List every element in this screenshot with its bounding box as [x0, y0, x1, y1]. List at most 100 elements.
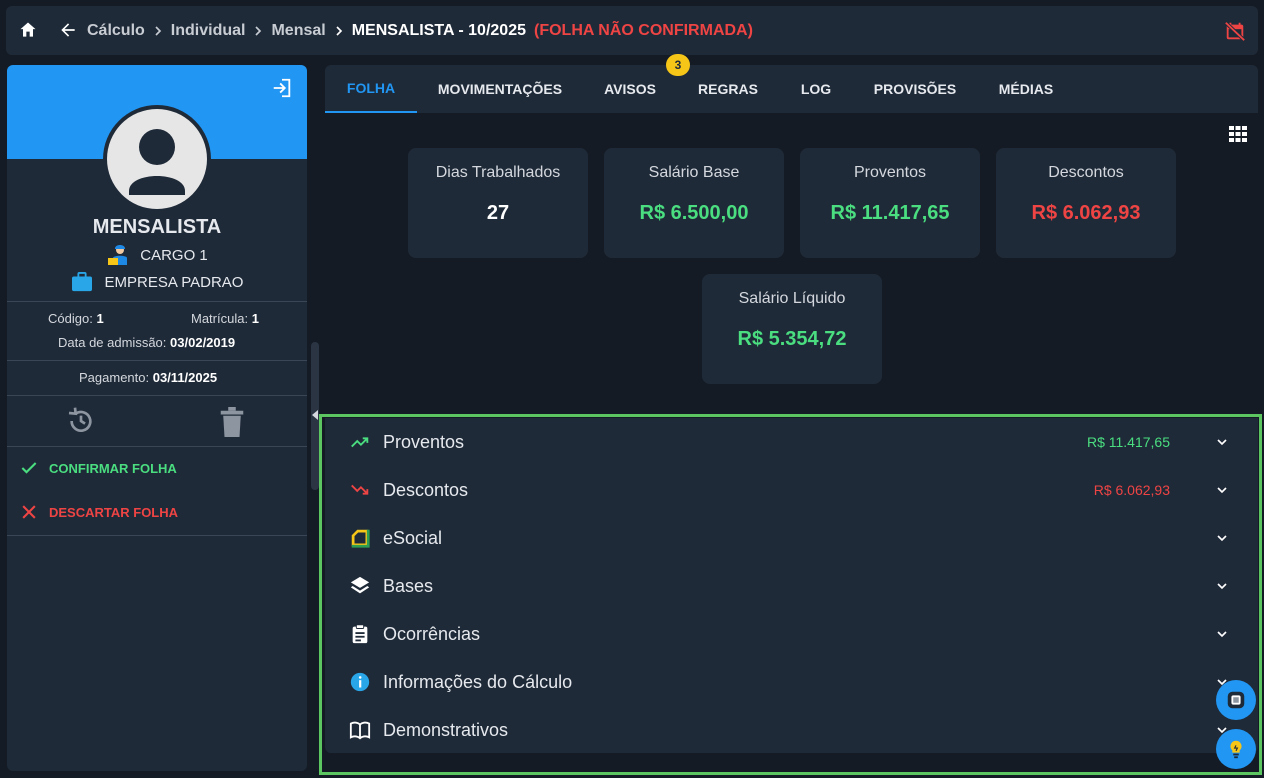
- breadcrumb-item[interactable]: Individual: [171, 22, 246, 40]
- employee-panel: MENSALISTA CARGO 1 EMPRESA PADRAO Código…: [7, 65, 307, 771]
- calendar-off-icon[interactable]: [1224, 20, 1246, 42]
- divider: [7, 360, 307, 361]
- admissao-label: Data de admissão:: [58, 335, 167, 350]
- tab-movimentacoes[interactable]: MOVIMENTAÇÕES: [429, 65, 571, 113]
- cargo-label: CARGO 1: [140, 246, 208, 264]
- divider: [7, 301, 307, 302]
- card-descontos: Descontos R$ 6.062,93: [996, 148, 1176, 258]
- employee-name: MENSALISTA: [92, 216, 222, 238]
- section-demonstrativos[interactable]: Demonstrativos: [325, 706, 1258, 754]
- discard-button[interactable]: DESCARTAR FOLHA: [19, 502, 178, 522]
- matricula-value: 1: [251, 311, 259, 326]
- status-label: (FOLHA NÃO CONFIRMADA): [534, 21, 753, 39]
- person-icon: [129, 129, 185, 195]
- check-icon: [21, 462, 37, 474]
- card-proventos: Proventos R$ 11.417,65: [800, 148, 980, 258]
- close-icon: [22, 505, 36, 519]
- admissao-value: 03/02/2019: [170, 335, 236, 350]
- esocial-icon: [351, 529, 370, 548]
- card-value: R$ 6.500,00: [639, 202, 749, 224]
- tips-button[interactable]: [1216, 729, 1256, 769]
- breadcrumb-item[interactable]: Mensal: [271, 22, 325, 40]
- history-icon[interactable]: [65, 405, 97, 437]
- trending-up-icon: [351, 437, 369, 448]
- card-value: R$ 11.417,65: [830, 202, 950, 224]
- section-proventos[interactable]: Proventos R$ 11.417,65: [325, 418, 1258, 466]
- sections-accordion: Proventos R$ 11.417,65 Descontos R$ 6.06…: [325, 418, 1258, 753]
- codigo-field: Código: 1: [48, 311, 104, 326]
- chevron-down-icon: [1217, 487, 1227, 494]
- section-title: Bases: [383, 575, 434, 596]
- employee-empresa: EMPRESA PADRAO: [7, 272, 307, 292]
- card-dias-trabalhados: Dias Trabalhados 27: [408, 148, 588, 258]
- tab-bar: FOLHA MOVIMENTAÇÕES AVISOS REGRAS LOG PR…: [325, 65, 1258, 113]
- card-value: R$ 6.062,93: [1031, 202, 1141, 224]
- chat-icon: [1227, 691, 1245, 709]
- chevron-down-icon: [1217, 439, 1227, 446]
- breadcrumb-item[interactable]: Cálculo: [87, 22, 145, 40]
- tab-medias[interactable]: MÉDIAS: [987, 65, 1065, 113]
- lightbulb-icon: [1230, 740, 1242, 759]
- grid-icon[interactable]: [1229, 126, 1247, 142]
- pagamento-value: 03/11/2025: [152, 370, 218, 385]
- section-bases[interactable]: Bases: [325, 562, 1258, 610]
- section-title: Descontos: [383, 479, 469, 500]
- chevron-down-icon: [1217, 583, 1227, 590]
- section-amount: R$ 6.062,93: [1093, 482, 1170, 498]
- section-title: Demonstrativos: [383, 719, 509, 740]
- section-esocial[interactable]: eSocial: [325, 514, 1258, 562]
- chevron-right-icon: [336, 25, 342, 36]
- pagamento-label: Pagamento:: [79, 370, 150, 385]
- matricula-label: Matrícula:: [191, 311, 249, 326]
- card-salario-liquido: Salário Líquido R$ 5.354,72: [702, 274, 882, 384]
- section-informacoes-calculo[interactable]: Informações do Cálculo: [325, 658, 1258, 706]
- chevron-right-icon: [255, 25, 262, 36]
- tab-avisos[interactable]: AVISOS: [593, 65, 667, 113]
- divider: [7, 535, 307, 536]
- chevron-down-icon: [1217, 631, 1227, 638]
- chevron-right-icon: [155, 25, 161, 36]
- card-label: Descontos: [1048, 164, 1124, 181]
- section-title: eSocial: [383, 527, 443, 548]
- home-icon[interactable]: [18, 20, 38, 40]
- collapse-panel-icon[interactable]: [312, 410, 318, 420]
- breadcrumb-current: MENSALISTA - 10/2025: [351, 21, 526, 39]
- employee-cargo: CARGO 1: [7, 243, 307, 267]
- empresa-label: EMPRESA PADRAO: [104, 273, 244, 291]
- chevron-down-icon: [1217, 535, 1227, 542]
- section-title: Ocorrências: [383, 623, 481, 644]
- arrow-left-icon[interactable]: [58, 20, 78, 40]
- card-label: Salário Base: [648, 164, 740, 181]
- matricula-field: Matrícula: 1: [191, 311, 259, 326]
- logout-icon[interactable]: [271, 77, 293, 99]
- section-descontos[interactable]: Descontos R$ 6.062,93: [325, 466, 1258, 514]
- tab-regras[interactable]: REGRAS: [689, 65, 767, 113]
- clipboard-icon: [352, 624, 368, 644]
- card-label: Dias Trabalhados: [435, 164, 561, 181]
- tab-folha[interactable]: FOLHA: [325, 65, 417, 113]
- card-value: R$ 5.354,72: [737, 328, 847, 350]
- breadcrumb: Cálculo Individual Mensal MENSALISTA - 1…: [87, 6, 753, 55]
- codigo-label: Código:: [48, 311, 93, 326]
- discard-label: DESCARTAR FOLHA: [49, 504, 179, 520]
- section-ocorrencias[interactable]: Ocorrências: [325, 610, 1258, 658]
- avatar: [103, 105, 211, 213]
- section-amount: R$ 11.417,65: [1086, 434, 1170, 450]
- card-value: 27: [486, 202, 510, 224]
- chat-button[interactable]: [1216, 680, 1256, 720]
- divider: [7, 395, 307, 396]
- info-icon: [350, 672, 370, 692]
- briefcase-icon: [71, 272, 92, 292]
- confirm-button[interactable]: CONFIRMAR FOLHA: [19, 458, 177, 478]
- tab-provisoes[interactable]: PROVISÕES: [865, 65, 965, 113]
- layers-icon: [350, 576, 370, 594]
- card-label: Salário Líquido: [738, 290, 846, 307]
- avisos-badge: 3: [666, 54, 690, 76]
- tab-log[interactable]: LOG: [789, 65, 843, 113]
- trash-icon[interactable]: [219, 407, 245, 437]
- divider: [7, 446, 307, 447]
- pagamento-field: Pagamento: 03/11/2025: [79, 370, 217, 385]
- worker-icon: [108, 245, 128, 265]
- admissao-field: Data de admissão: 03/02/2019: [58, 335, 235, 350]
- book-icon: [349, 721, 371, 740]
